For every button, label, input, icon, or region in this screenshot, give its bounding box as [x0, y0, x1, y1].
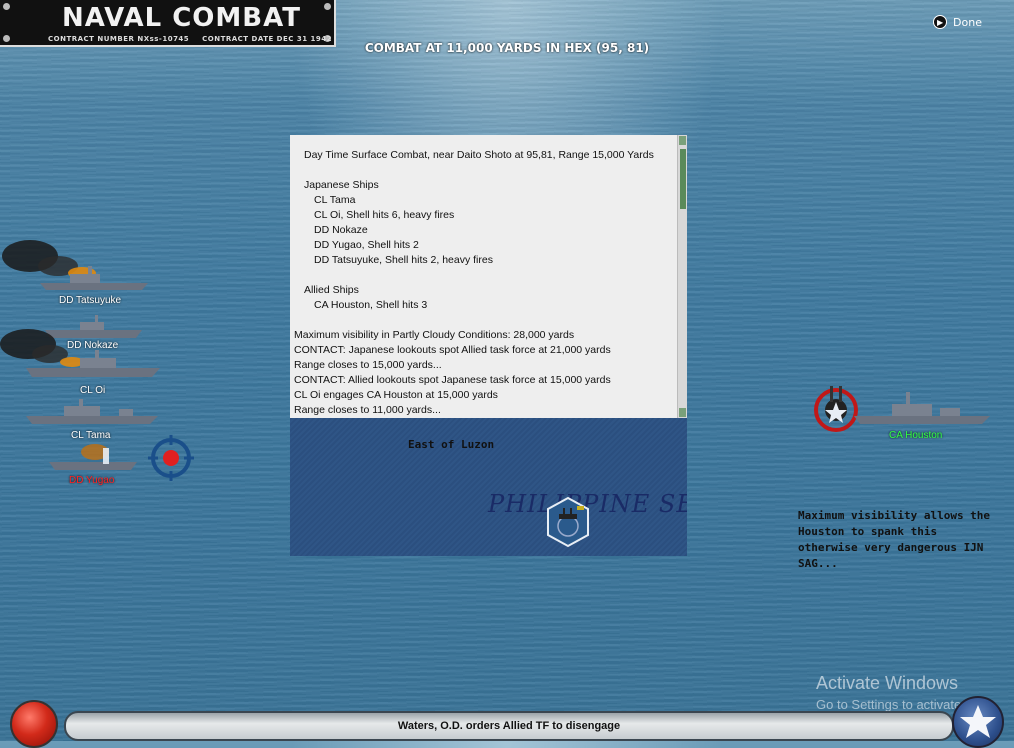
ship-cl-tama[interactable]	[24, 398, 164, 428]
report-line: DD Nokaze	[314, 224, 368, 236]
allied-star-button[interactable]	[952, 696, 1004, 748]
status-message: Waters, O.D. orders Allied TF to disenga…	[397, 720, 621, 732]
star-icon	[960, 705, 996, 738]
task-force-hex-icon[interactable]	[546, 496, 590, 548]
bolt-icon	[324, 3, 331, 10]
report-line: CONTACT: Allied lookouts spot Japanese t…	[294, 374, 611, 386]
naval-combat-title-plate: NAVAL COMBAT CONTRACT NUMBER NXss-10745 …	[0, 0, 336, 47]
report-line: CONTACT: Japanese lookouts spot Allied t…	[294, 344, 611, 356]
ship-label-dd-tatsuyuke: DD Tatsuyuke	[59, 295, 122, 306]
bolt-icon	[3, 3, 10, 10]
ship-label-ca-houston: CA Houston	[889, 430, 943, 441]
report-line: CL Oi engages CA Houston at 15,000 yards	[294, 389, 498, 401]
combat-report-panel[interactable]: Day Time Surface Combat, near Daito Shot…	[290, 135, 687, 418]
activate-windows-title: Activate Windows	[816, 673, 959, 693]
combat-location-header: COMBAT AT 11,000 YARDS IN HEX (95, 81)	[364, 41, 650, 55]
report-line: CL Oi, Shell hits 6, heavy fires	[314, 209, 455, 221]
scroll-thumb[interactable]	[680, 149, 686, 209]
ship-dd-tatsuyuke[interactable]	[0, 228, 160, 298]
scroll-down-arrow[interactable]	[679, 408, 686, 417]
report-line: CL Tama	[314, 194, 356, 206]
done-button[interactable]: ▶ Done	[933, 15, 982, 29]
ship-cl-oi[interactable]	[0, 322, 165, 382]
report-line	[294, 268, 675, 283]
report-line: Range closes to 15,000 yards...	[294, 359, 442, 371]
region-label: East of Luzon	[408, 438, 495, 451]
ship-dd-yugao[interactable]	[45, 438, 145, 474]
crosshair-target-icon[interactable]	[148, 435, 194, 481]
ship-label-cl-oi: CL Oi	[80, 385, 106, 396]
minimap: East of Luzon PHILIPPINE SEA	[290, 418, 687, 556]
report-line	[294, 163, 675, 178]
report-scrollbar[interactable]	[677, 135, 687, 418]
arrow-right-icon: ▶	[933, 15, 948, 29]
report-line: Day Time Surface Combat, near Daito Shot…	[304, 149, 654, 161]
scroll-up-arrow[interactable]	[679, 136, 686, 145]
done-label: Done	[953, 15, 982, 29]
ship-label-dd-yugao: DD Yugao	[69, 475, 115, 486]
ship-ca-houston[interactable]	[810, 382, 995, 437]
report-line	[294, 313, 675, 328]
commentary-text: Maximum visibility allows the Houston to…	[798, 509, 991, 570]
report-line: CA Houston, Shell hits 3	[314, 299, 428, 311]
title-text: NAVAL COMBAT	[62, 3, 301, 33]
report-line: DD Yugao, Shell hits 2	[314, 239, 419, 251]
report-line: Japanese Ships	[304, 179, 379, 191]
report-line: Range closes to 11,000 yards...	[294, 404, 441, 416]
status-bar: Waters, O.D. orders Allied TF to disenga…	[64, 711, 954, 741]
report-line: DD Tatsuyuke, Shell hits 2, heavy fires	[314, 254, 493, 266]
report-line: Maximum visibility in Partly Cloudy Cond…	[294, 329, 575, 341]
report-line: Allied Ships	[304, 284, 359, 296]
combat-report-text: Day Time Surface Combat, near Daito Shot…	[294, 148, 675, 418]
